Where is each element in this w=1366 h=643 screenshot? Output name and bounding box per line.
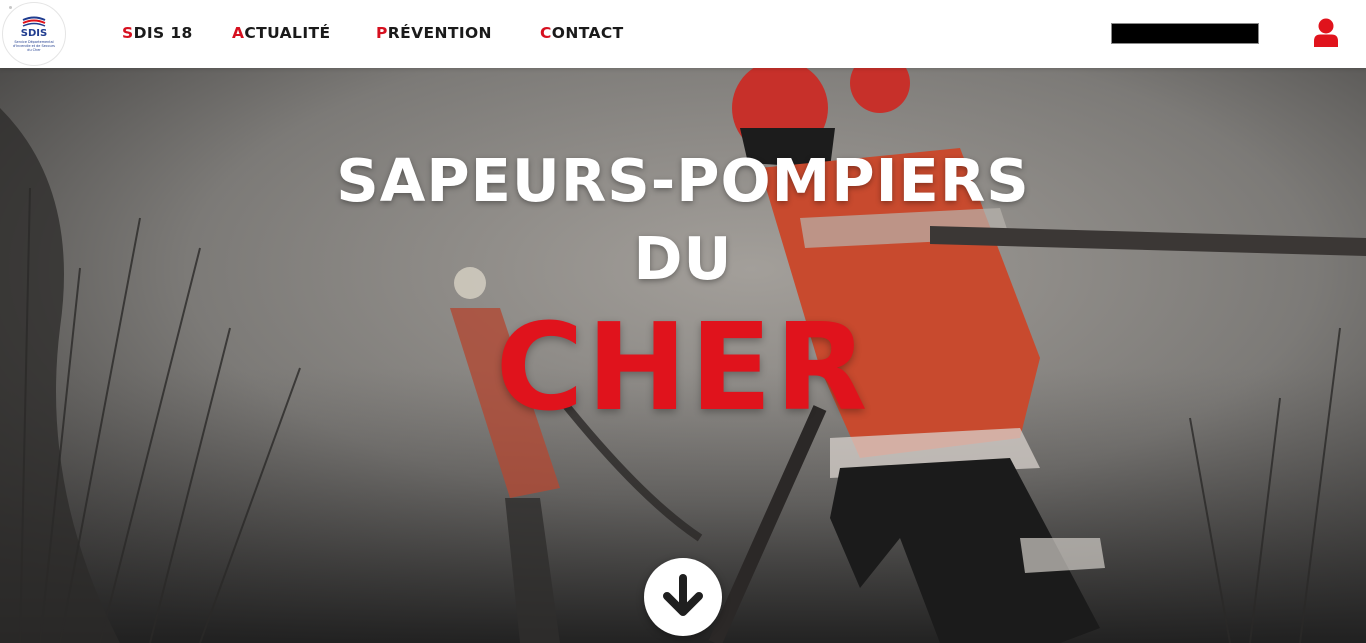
nav-item-initial: P: [376, 24, 388, 42]
site-header: SDIS Service Départemental d'Incendie et…: [0, 0, 1366, 68]
hero-title-line2: DU: [633, 224, 733, 293]
scroll-down-button[interactable]: [644, 558, 722, 636]
nav-item-initial: C: [540, 24, 552, 42]
nav-item-initial: S: [122, 24, 134, 42]
hero-banner: SAPEURS-POMPIERS DU CHER: [0, 68, 1366, 643]
hero-title-line1: SAPEURS-POMPIERS: [336, 146, 1030, 215]
nav-item-label: DIS 18: [133, 24, 193, 42]
user-icon: [1314, 18, 1338, 47]
nav-item-sdis18[interactable]: SDIS 18: [122, 22, 193, 44]
nav-item-actualite[interactable]: ACTUALITÉ: [232, 22, 330, 44]
logo-flag-icon: [22, 16, 46, 27]
nav-item-initial: A: [232, 24, 245, 42]
nav-item-label: RÉVENTION: [387, 24, 492, 42]
logo-dot: [9, 6, 12, 9]
hero-title-line3: CHER: [495, 299, 871, 438]
logo-subtitle: Service Départemental d'Incendie et de S…: [13, 40, 55, 52]
sdis-logo[interactable]: SDIS Service Départemental d'Incendie et…: [2, 2, 66, 66]
user-account-button[interactable]: [1312, 17, 1340, 49]
nav-item-contact[interactable]: CONTACT: [540, 22, 624, 44]
nav-item-label: ONTACT: [551, 24, 624, 42]
nav-item-prevention[interactable]: PRÉVENTION: [376, 22, 492, 44]
search-input[interactable]: [1111, 23, 1259, 44]
arrow-down-icon: [663, 574, 703, 616]
nav-item-label: CTUALITÉ: [244, 24, 331, 42]
logo-name: SDIS: [20, 28, 48, 39]
